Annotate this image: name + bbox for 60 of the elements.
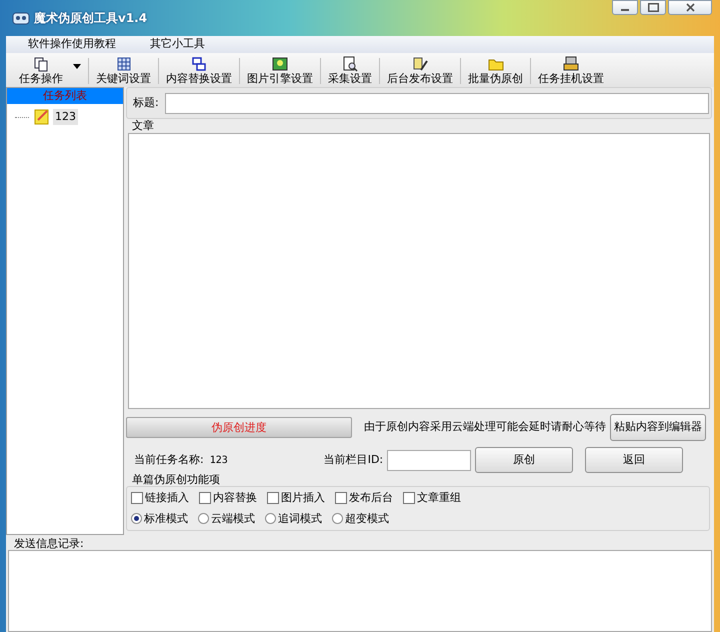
radio-button[interactable] [131, 513, 142, 524]
radio-label: 追词模式 [278, 510, 322, 526]
checkbox-label: 发布后台 [349, 490, 393, 506]
radio-button[interactable] [332, 513, 343, 524]
windows-icon [191, 56, 207, 72]
field-label: 当前任务名称: [134, 452, 204, 468]
minimize-button[interactable] [612, 0, 638, 15]
group-title: 单篇伪原创功能项 [131, 473, 220, 486]
notice-text: 由于原创内容采用云端处理可能会延时请耐心等待 [364, 418, 606, 435]
app-icon [12, 10, 30, 26]
task-list-header: 任务列表 [7, 88, 123, 104]
maximize-icon [648, 3, 658, 12]
radio-label: 超变模式 [345, 510, 389, 526]
grid-icon [116, 56, 132, 72]
window-title: 魔术伪原创工具v1.4 [34, 10, 148, 27]
close-button[interactable] [668, 0, 712, 15]
section-label: 发送信息记录: [13, 537, 84, 550]
checkbox-label: 链接插入 [145, 490, 189, 506]
title-input[interactable] [164, 92, 709, 114]
checkbox[interactable] [267, 492, 279, 504]
section-label: 文章 [131, 119, 154, 133]
progress-label: 伪原创进度 [210, 420, 268, 436]
note-icon [33, 108, 51, 126]
machine-icon [563, 56, 579, 72]
image-icon [272, 56, 288, 72]
toolbar-button[interactable]: 图片引擎设置 [240, 55, 320, 85]
checkbox[interactable] [199, 492, 211, 504]
toolbar-button[interactable]: 任务操作 [12, 55, 88, 85]
minimize-icon [621, 9, 629, 11]
checkbox-label: 内容替换 [213, 490, 257, 506]
maximize-button[interactable] [640, 0, 666, 15]
search-icon [342, 56, 358, 72]
close-icon [686, 3, 694, 12]
field-label: 标题: [133, 94, 159, 111]
task-name-value: 123 [210, 454, 229, 468]
pencil-icon [412, 56, 428, 72]
toolbar-button[interactable]: 任务挂机设置 [531, 55, 611, 85]
toolbar-button[interactable]: 采集设置 [321, 55, 379, 85]
field-label: 当前栏目ID: [324, 452, 384, 468]
toolbar-button[interactable]: 后台发布设置 [380, 55, 460, 85]
checkbox[interactable] [335, 492, 347, 504]
checkbox-label: 图片插入 [281, 490, 325, 506]
checkbox[interactable] [131, 492, 143, 504]
pages-icon [33, 56, 49, 72]
toolbar-button[interactable]: 内容替换设置 [159, 55, 239, 85]
radio-label: 标准模式 [144, 510, 188, 526]
radio-label: 云端模式 [211, 510, 255, 526]
toolbar-button[interactable]: 关键词设置 [89, 55, 158, 85]
original-button[interactable]: 原创 [475, 447, 574, 473]
radio-button[interactable] [265, 513, 276, 524]
checkbox-label: 文章重组 [417, 490, 461, 506]
paste-button[interactable]: 粘贴内容到编辑器 [610, 414, 706, 440]
menu-item[interactable]: 软件操作使用教程 [28, 36, 116, 53]
back-button[interactable]: 返回 [585, 447, 684, 473]
column-id-input[interactable] [387, 450, 472, 470]
toolbar-button[interactable]: 批量伪原创 [461, 55, 530, 85]
checkbox[interactable] [403, 492, 415, 504]
menu-item[interactable]: 其它小工具 [150, 36, 205, 53]
task-item[interactable]: 123 [53, 108, 78, 126]
radio-button[interactable] [198, 513, 209, 524]
